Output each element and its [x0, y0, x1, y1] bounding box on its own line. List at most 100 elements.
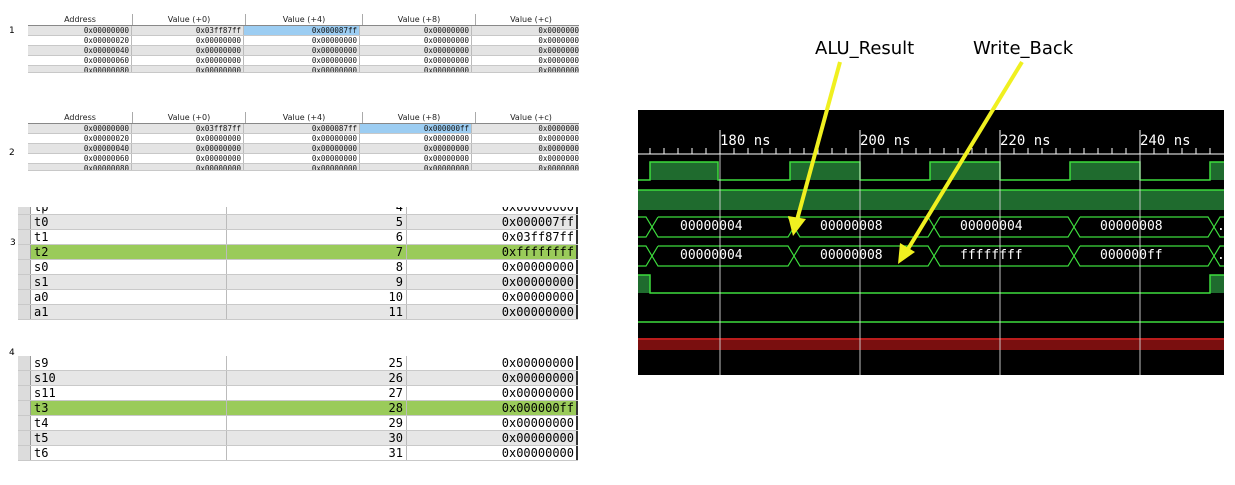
bus-value: 00000008: [820, 248, 883, 263]
register-value[interactable]: 0x00000000: [407, 290, 578, 304]
register-value[interactable]: 0x00000000: [407, 431, 578, 445]
register-name: a0: [31, 290, 227, 304]
selected-cell[interactable]: 0x000000ff: [360, 124, 472, 133]
cell: 0x00000000: [132, 144, 244, 153]
register-row[interactable]: t0 5 0x000007ff: [18, 215, 578, 230]
register-value[interactable]: 0x00000000: [407, 305, 578, 319]
register-name: s10: [31, 371, 227, 385]
table-row[interactable]: 0x00000080 0x00000000 0x00000000 0x00000…: [28, 66, 579, 73]
bus-value: 000000ff: [1100, 248, 1163, 263]
cell: 0x0000000: [472, 144, 579, 153]
register-number: 29: [227, 416, 407, 430]
memory-table-1: Address Value (+0) Value (+4) Value (+8)…: [28, 14, 579, 73]
waveform-viewer[interactable]: 180 ns 200 ns 220 ns 240 ns 00000004 000…: [638, 110, 1224, 375]
register-name: t0: [31, 215, 227, 229]
register-row[interactable]: t5 30 0x00000000: [18, 431, 578, 446]
col-value-0[interactable]: Value (+0): [133, 112, 246, 123]
table-row[interactable]: 0x00000080 0x00000000 0x00000000 0x00000…: [28, 164, 579, 171]
cell: 0x00000000: [244, 134, 360, 143]
col-value-4[interactable]: Value (+4): [246, 112, 363, 123]
register-row[interactable]: s10 26 0x00000000: [18, 371, 578, 386]
cell: 0x00000080: [28, 66, 132, 72]
register-value[interactable]: 0x03ff87ff: [407, 230, 578, 244]
col-value-c[interactable]: Value (+c): [476, 14, 579, 25]
cell: 0x00000000: [28, 26, 132, 35]
col-address[interactable]: Address: [28, 112, 133, 123]
register-value[interactable]: 0x000007ff: [407, 215, 578, 229]
selected-cell[interactable]: 0x000087ff: [244, 26, 360, 35]
register-value[interactable]: 0x00000000: [407, 260, 578, 274]
register-row[interactable]: s11 27 0x00000000: [18, 386, 578, 401]
register-name: s1: [31, 275, 227, 289]
register-number: 10: [227, 290, 407, 304]
cell: 0x00000000: [28, 124, 132, 133]
register-value[interactable]: 0xffffffff: [407, 245, 578, 259]
alu-result-label: ALU_Result: [815, 38, 915, 59]
table-row[interactable]: 0x00000000 0x03ff87ff 0x000087ff 0x00000…: [28, 124, 579, 134]
cell: 0x00000000: [360, 154, 472, 163]
table-row[interactable]: 0x00000020 0x00000000 0x00000000 0x00000…: [28, 36, 579, 46]
register-row-highlighted[interactable]: t3 28 0x000000ff: [18, 401, 578, 416]
cell: 0x00000000: [360, 56, 472, 65]
register-row[interactable]: t6 31 0x00000000: [18, 446, 578, 461]
waveform-canvas: [638, 130, 1224, 375]
register-value[interactable]: 0x00000000: [407, 386, 578, 400]
memory-table-header: Address Value (+0) Value (+4) Value (+8)…: [28, 112, 579, 124]
register-value[interactable]: 0x00000000: [407, 416, 578, 430]
col-value-8[interactable]: Value (+8): [363, 112, 476, 123]
write-back-label: Write_Back: [973, 38, 1074, 59]
table-row[interactable]: 0x00000040 0x00000000 0x00000000 0x00000…: [28, 144, 579, 154]
register-value[interactable]: 0x00000000: [407, 371, 578, 385]
register-row[interactable]: t4 29 0x00000000: [18, 416, 578, 431]
cell: 0x00000000: [360, 144, 472, 153]
low-signal: [638, 274, 1224, 294]
cell: 0x00000000: [360, 164, 472, 170]
register-value[interactable]: 0x00000000: [407, 275, 578, 289]
bus-value: 00000004: [960, 219, 1023, 234]
register-row[interactable]: s0 8 0x00000000: [18, 260, 578, 275]
register-value[interactable]: 0x000000ff: [407, 401, 578, 415]
table-row[interactable]: 0x00000040 0x00000000 0x00000000 0x00000…: [28, 46, 579, 56]
tick-label: 180 ns: [720, 133, 771, 149]
label-2: 2: [9, 148, 15, 158]
table-row[interactable]: 0x00000060 0x00000000 0x00000000 0x00000…: [28, 56, 579, 66]
cell: 0x0000000: [472, 26, 579, 35]
table-row[interactable]: 0x00000000 0x03ff87ff 0x000087ff 0x00000…: [28, 26, 579, 36]
col-value-8[interactable]: Value (+8): [363, 14, 476, 25]
cell: 0x00000000: [360, 36, 472, 45]
register-row[interactable]: tp 4 0x00000000: [18, 207, 578, 215]
register-value[interactable]: 0x00000000: [407, 207, 578, 214]
cell: 0x00000000: [360, 134, 472, 143]
cell: 0x00000000: [132, 134, 244, 143]
register-number: 7: [227, 245, 407, 259]
cell: 0x00000000: [244, 154, 360, 163]
cell: 0x0000000: [472, 134, 579, 143]
register-number: 27: [227, 386, 407, 400]
cell: 0x00000040: [28, 46, 132, 55]
register-value[interactable]: 0x00000000: [407, 446, 578, 460]
col-value-0[interactable]: Value (+0): [133, 14, 246, 25]
bus-value: 00000004: [680, 219, 743, 234]
undefined-signal: [638, 338, 1224, 350]
cell: 0x00000080: [28, 164, 132, 170]
cell: 0x00000000: [132, 56, 244, 65]
register-name: t4: [31, 416, 227, 430]
col-address[interactable]: Address: [28, 14, 133, 25]
cell: 0x00000020: [28, 36, 132, 45]
register-value[interactable]: 0x00000000: [407, 356, 578, 370]
register-row[interactable]: t1 6 0x03ff87ff: [18, 230, 578, 245]
register-row-highlighted[interactable]: t2 7 0xffffffff: [18, 245, 578, 260]
register-number: 30: [227, 431, 407, 445]
bus-value: .: [1217, 248, 1224, 263]
register-row[interactable]: a0 10 0x00000000: [18, 290, 578, 305]
register-row[interactable]: s1 9 0x00000000: [18, 275, 578, 290]
col-value-4[interactable]: Value (+4): [246, 14, 363, 25]
tick-label: 240 ns: [1140, 133, 1191, 149]
cell: 0x00000000: [360, 46, 472, 55]
col-value-c[interactable]: Value (+c): [476, 112, 579, 123]
bus-value: ffffffff: [960, 248, 1023, 263]
register-row[interactable]: s9 25 0x00000000: [18, 356, 578, 371]
table-row[interactable]: 0x00000060 0x00000000 0x00000000 0x00000…: [28, 154, 579, 164]
register-row[interactable]: a1 11 0x00000000: [18, 305, 578, 320]
table-row[interactable]: 0x00000020 0x00000000 0x00000000 0x00000…: [28, 134, 579, 144]
